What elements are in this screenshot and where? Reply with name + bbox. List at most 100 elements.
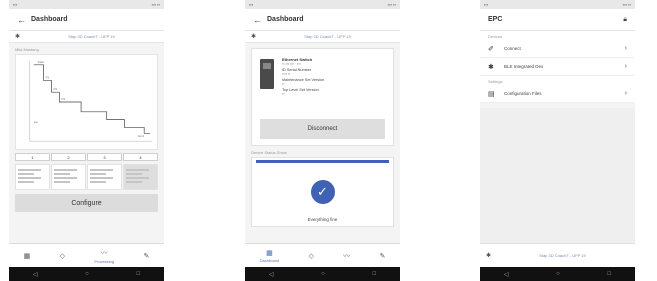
- app-bar: ← Dashboard: [245, 9, 400, 31]
- document-icon: ▤: [488, 90, 495, 98]
- nav-processing[interactable]: 〰 Processing: [94, 248, 114, 264]
- app-bar: EPC 🔒︎: [480, 9, 635, 31]
- process-curve: [33, 64, 151, 134]
- page-title: EPC: [488, 16, 503, 23]
- screen-dashboard-chart: ▪▪▪ ▪▪▪ ▪▪ ← Dashboard ✱ Stap 3D CoachT -…: [9, 0, 164, 281]
- page-title: Dashboard: [31, 16, 68, 23]
- step-setting-card: [51, 164, 86, 190]
- menu-header: Devices: [488, 34, 503, 39]
- back-arrow-icon[interactable]: ←: [17, 15, 31, 25]
- step-box[interactable]: 2: [51, 153, 86, 161]
- empty-area: [480, 108, 635, 243]
- bluetooth-icon: ✱: [251, 34, 257, 40]
- step-box[interactable]: 3: [87, 153, 122, 161]
- bluetooth-icon: ✱: [486, 253, 492, 259]
- section-label: Device Status Show: [251, 150, 287, 155]
- chart-point-label: Start: [38, 60, 45, 64]
- nav-processing[interactable]: 〰: [343, 251, 350, 261]
- nav-diamond[interactable]: ◇: [60, 252, 65, 260]
- back-icon[interactable]: ◁: [269, 271, 274, 278]
- menu-item-ble[interactable]: ✱ BLE Integrated Dev ›: [480, 58, 635, 76]
- pulse-icon: 〰: [343, 252, 351, 260]
- device-bar[interactable]: ✱ Stap 3D CoachT - UFP 19: [245, 31, 400, 43]
- device-label: Stap 3D CoachT - UFP 19: [304, 34, 351, 39]
- chart-point-label: P1: [46, 76, 50, 80]
- nav-dashboard[interactable]: ▦ Dashboard: [260, 249, 280, 263]
- device-label: Stap 3D CoachT - UFP 19: [539, 253, 586, 258]
- device-bar[interactable]: ✱ Stap 3D CoachT - UFP 19: [9, 31, 164, 43]
- step-box[interactable]: 1: [15, 153, 50, 161]
- menu-item-label: BLE Integrated Dev: [504, 64, 544, 69]
- page-title: Dashboard: [267, 16, 304, 23]
- process-chart: Start P1 P2 P3 P4 End: [15, 54, 158, 150]
- home-icon[interactable]: ○: [321, 271, 325, 277]
- status-bar: ▪▪▪ ▪▪▪ ▪▪: [480, 0, 635, 9]
- status-card: ✓ Everything fine: [251, 157, 394, 227]
- chevron-right-icon: ›: [624, 63, 627, 70]
- back-icon[interactable]: ◁: [504, 271, 509, 278]
- app-bar: ← Dashboard: [9, 9, 164, 31]
- system-nav-bar: ◁ ○ □: [9, 267, 164, 281]
- back-icon[interactable]: ◁: [33, 271, 38, 278]
- status-text: Everything fine: [307, 217, 338, 222]
- bluetooth-icon: ✱: [15, 34, 21, 40]
- status-bar-indicator: [256, 160, 389, 163]
- step-setting-card: [123, 164, 158, 190]
- chevron-right-icon: ›: [624, 90, 627, 97]
- nav-diamond[interactable]: ◇: [309, 252, 314, 260]
- chart-svg: Start P1 P2 P3 P4 End: [29, 60, 153, 142]
- nav-dashboard[interactable]: ▦: [24, 252, 31, 260]
- bottom-nav: ▦ Dashboard ◇ 〰 ✎: [245, 243, 400, 267]
- configure-button[interactable]: Configure: [15, 194, 158, 212]
- menu-header: Settings: [488, 79, 503, 84]
- section-label: Mild Mustang: [15, 47, 39, 52]
- bottom-nav: ▦ ◇ 〰 Processing ✎: [9, 243, 164, 267]
- device-info-value: ▪▪: [282, 82, 285, 86]
- chart-point-label: P3: [61, 97, 65, 101]
- nav-settings[interactable]: ✎: [379, 252, 385, 260]
- diamond-icon: ◇: [308, 252, 314, 260]
- system-nav-bar: ◁ ○ □: [245, 267, 400, 281]
- recent-apps-icon[interactable]: □: [137, 271, 141, 277]
- menu-item-label: Configuration Files: [504, 91, 542, 96]
- grid-icon: ▦: [23, 252, 31, 260]
- home-icon[interactable]: ○: [556, 271, 560, 277]
- step-setting-card: [87, 164, 122, 190]
- home-icon[interactable]: ○: [85, 271, 89, 277]
- chart-point-label: P4: [34, 121, 38, 125]
- wand-icon: ✐: [488, 45, 494, 53]
- chart-point-label: End: [138, 134, 144, 138]
- menu-item-label: Connect: [504, 46, 521, 51]
- wrench-icon: ✎: [379, 252, 386, 260]
- device-info-value: ▪▪▪▪ ▪▪: [282, 72, 291, 76]
- lock-icon[interactable]: 🔒︎: [623, 16, 627, 24]
- check-circle-icon: ✓: [310, 180, 335, 204]
- back-arrow-icon[interactable]: ←: [253, 15, 267, 25]
- step-box[interactable]: 4: [123, 153, 158, 161]
- nav-settings[interactable]: ✎: [143, 252, 149, 260]
- status-bar: ▪▪▪ ▪▪▪ ▪▪: [9, 0, 164, 9]
- device-footer[interactable]: ✱ Stap 3D CoachT - UFP 19: [480, 243, 635, 267]
- nav-label: Processing: [94, 258, 115, 264]
- device-id: ▪▪ ▪▪▪ ▪▪▪ · ▪▪▪: [282, 62, 301, 66]
- device-image: [260, 59, 274, 89]
- recent-apps-icon[interactable]: □: [608, 271, 612, 277]
- recent-apps-icon[interactable]: □: [373, 271, 377, 277]
- step-settings: [15, 164, 158, 190]
- disconnect-button[interactable]: Disconnect: [260, 119, 385, 139]
- grid-icon: ▦: [266, 249, 273, 257]
- wrench-icon: ✎: [143, 252, 150, 260]
- device-label: Stap 3D CoachT - UFP 19: [68, 34, 115, 39]
- menu-item-connect[interactable]: ✐ Connect ›: [480, 40, 635, 58]
- step-setting-card: [15, 164, 50, 190]
- status-bar: ▪▪▪ ▪▪▪ ▪▪: [245, 0, 400, 9]
- menu-item-config-files[interactable]: ▤ Configuration Files ›: [480, 85, 635, 103]
- chevron-right-icon: ›: [624, 45, 627, 52]
- system-nav-bar: ◁ ○ □: [480, 267, 635, 281]
- device-info: Ethernet Switch ▪▪ ▪▪▪ ▪▪▪ · ▪▪▪ ID Seri…: [282, 57, 389, 98]
- device-info-value: ▪▪: [282, 92, 285, 96]
- nav-label: Dashboard: [259, 257, 280, 263]
- pulse-icon: 〰: [100, 249, 108, 257]
- step-selector: 1 2 3 4: [15, 153, 158, 161]
- bluetooth-icon: ✱: [488, 63, 494, 71]
